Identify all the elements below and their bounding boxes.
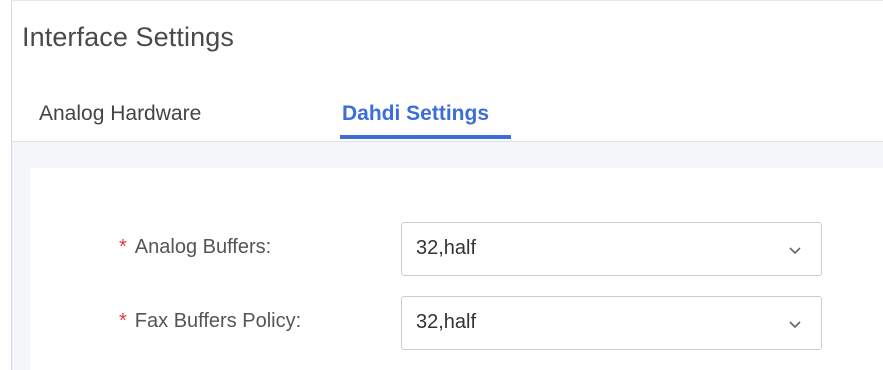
fax-buffers-policy-label: * Fax Buffers Policy:	[119, 310, 301, 333]
page-title: Interface Settings	[22, 22, 234, 52]
fax-buffers-policy-row: * Fax Buffers Policy: 32,half	[0, 296, 883, 350]
analog-buffers-label-text: Analog Buffers:	[134, 236, 272, 258]
required-mark: *	[119, 236, 127, 258]
chevron-down-icon	[789, 247, 801, 255]
panel-top-border	[11, 0, 883, 1]
analog-buffers-label: * Analog Buffers:	[119, 236, 271, 259]
interface-settings-panel: Interface Settings Analog Hardware Dahdi…	[0, 0, 883, 370]
tab-dahdi-settings[interactable]: Dahdi Settings	[342, 95, 489, 133]
fax-buffers-policy-label-text: Fax Buffers Policy:	[134, 310, 302, 332]
active-tab-indicator	[340, 135, 511, 139]
fax-buffers-policy-select[interactable]: 32,half	[401, 296, 822, 350]
analog-buffers-value: 32,half	[416, 237, 477, 259]
fax-buffers-policy-value: 32,half	[416, 311, 477, 333]
required-mark: *	[119, 310, 127, 332]
analog-buffers-select[interactable]: 32,half	[401, 222, 822, 276]
analog-buffers-row: * Analog Buffers: 32,half	[0, 222, 883, 276]
tab-analog-hardware[interactable]: Analog Hardware	[39, 95, 201, 133]
chevron-down-icon	[789, 321, 801, 329]
